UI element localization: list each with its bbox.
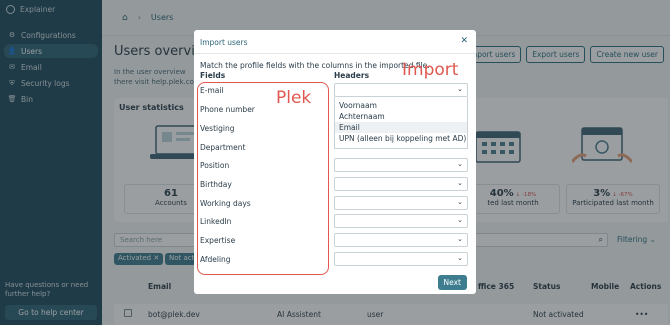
option-highlighted[interactable]: Email (335, 122, 467, 133)
chevron-down-icon: ⌄ (457, 235, 463, 243)
annotation-label-import: Import (402, 60, 459, 80)
option[interactable]: Voornaam (335, 100, 467, 111)
chevron-down-icon: ⌄ (457, 179, 463, 187)
header-select-expertise[interactable]: ⌄ (334, 233, 468, 247)
chevron-down-icon: ⌄ (457, 254, 463, 262)
option[interactable]: Achternaam (335, 111, 467, 122)
header-select-options: Voornaam Achternaam Email UPN (alleen bi… (334, 97, 468, 149)
chevron-down-icon: ⌄ (457, 216, 463, 224)
chevron-down-icon: ⌄ (457, 85, 463, 93)
header-select-email[interactable]: ⌄ (334, 83, 468, 97)
annotation-box (197, 82, 329, 275)
chevron-down-icon: ⌄ (457, 160, 463, 168)
fields-column-header: Fields (200, 71, 226, 80)
header-select-working-days[interactable]: ⌄ (334, 196, 468, 210)
headers-column-header: Headers (334, 71, 370, 80)
modal-header: Import users ✕ (194, 30, 476, 54)
header-select-position[interactable]: ⌄ (334, 158, 468, 172)
option[interactable]: UPN (alleen bij koppeling met AD) (335, 133, 467, 144)
next-button[interactable]: Next (437, 275, 467, 290)
header-select-birthday[interactable]: ⌄ (334, 177, 468, 191)
header-select-afdeling[interactable]: ⌄ (334, 252, 468, 266)
close-icon[interactable]: ✕ (460, 36, 468, 46)
modal-description: Match the profile fields with the column… (200, 61, 430, 70)
chevron-down-icon: ⌄ (457, 198, 463, 206)
modal-title: Import users (200, 38, 248, 47)
annotation-label-plek: Plek (276, 88, 312, 108)
header-select-linkedin[interactable]: ⌄ (334, 214, 468, 228)
